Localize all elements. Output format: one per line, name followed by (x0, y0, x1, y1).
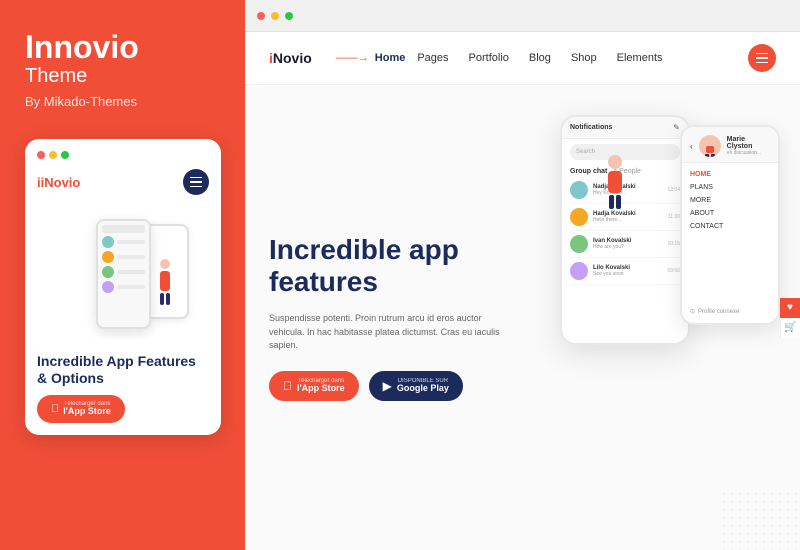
card-dot-green (61, 151, 69, 159)
nav-link-home[interactable]: Home (375, 52, 406, 64)
nav-hamburger-button[interactable] (748, 44, 776, 72)
profile-avatar (699, 135, 721, 157)
hero-description: Suspendisse potenti. Proin rutrum arcu i… (269, 312, 509, 353)
sp-nav-plans[interactable]: PLANS (690, 184, 770, 191)
website-content: iNovio ——→ Home Pages Portfolio Blog Sho… (245, 32, 800, 550)
nav-link-blog[interactable]: Blog (529, 52, 551, 64)
card-appstore-button[interactable]:  Télécharger dans l'App Store (37, 395, 125, 423)
card-bottom-text: Incredible App Features & Options  Télé… (37, 353, 209, 423)
card-traffic-lights (37, 151, 209, 159)
brand-subtitle: Theme (25, 65, 139, 88)
hero-phones: Notifications ✎ Search Group chat 4 Peop… (500, 95, 790, 540)
avatar (570, 181, 588, 199)
nav-links: Pages Portfolio Blog Shop Elements (417, 52, 748, 64)
sidebar-icons: ♥ 🛒 (780, 298, 800, 338)
nav-link-pages[interactable]: Pages (417, 52, 448, 64)
hero-phone-main: Notifications ✎ Search Group chat 4 Peop… (560, 115, 690, 345)
mobile-preview-card: iiNovio (25, 139, 221, 435)
profile-link-text: Profile connexe (698, 309, 739, 315)
nav-link-portfolio[interactable]: Portfolio (469, 52, 509, 64)
list-item: Hadja Kovalski Hello there... 11:30 (570, 204, 680, 231)
secondary-phone-footer: ⊙ Profile connexe (690, 308, 770, 315)
sp-nav-about[interactable]: ABOUT (690, 210, 770, 217)
card-dot-yellow (49, 151, 57, 159)
brand-by-line: By Mikado-Themes (25, 94, 139, 109)
card-dot-red (37, 151, 45, 159)
hero-title: Incredible app features (269, 234, 509, 298)
hero-phone-secondary: ‹ Marie Clyston en d (680, 125, 780, 325)
phone-header-icon: ✎ (673, 123, 680, 132)
phone-search[interactable]: Search (570, 144, 680, 160)
secondary-phone-header: ‹ Marie Clyston en d (682, 127, 778, 163)
nav-link-elements[interactable]: Elements (617, 52, 663, 64)
brand-title: Innovio (25, 30, 139, 65)
secondary-phone-nav: HOME PLANS MORE ABOUT CONTACT (682, 163, 778, 238)
nav-home-area: ——→ Home (336, 52, 406, 64)
hero-buttons:  Télécharger dans l'App Store ▶ DISPONI… (269, 371, 509, 401)
phone-header-title: Notifications (570, 124, 612, 131)
avatar (570, 235, 588, 253)
hero-text: Incredible app features Suspendisse pote… (269, 234, 509, 401)
apple-icon:  (51, 403, 59, 415)
browser-dot-yellow (271, 12, 279, 20)
profile-icon: ⊙ (690, 308, 695, 315)
sidebar-cart-icon[interactable]: 🛒 (780, 318, 800, 338)
phone-header: Notifications ✎ (562, 117, 688, 139)
back-icon: ‹ (690, 142, 693, 151)
hero-googleplay-button[interactable]: ▶ DISPONIBLE SUR Google Play (369, 371, 463, 401)
play-icon: ▶ (383, 379, 392, 393)
appstore-main-text: l'App Store (297, 384, 345, 394)
website-logo: iNovio (269, 50, 312, 66)
hero-figure-decoration (608, 155, 622, 209)
right-panel: iNovio ——→ Home Pages Portfolio Blog Sho… (245, 0, 800, 550)
avatar (570, 208, 588, 226)
sp-nav-home[interactable]: HOME (690, 171, 770, 178)
phone-front (96, 219, 151, 329)
sidebar-heart-icon[interactable]: ♥ (780, 298, 800, 318)
website-nav: iNovio ——→ Home Pages Portfolio Blog Sho… (245, 32, 800, 85)
hero-appstore-button[interactable]:  Télécharger dans l'App Store (269, 371, 359, 401)
list-item: Ivan Kovalski How are you? 10:15 (570, 231, 680, 258)
browser-dot-red (257, 12, 265, 20)
left-panel: Innovio Theme By Mikado-Themes iiNovio (0, 0, 245, 550)
card-logo: iiNovio (37, 175, 80, 190)
phone-contact-list: Nadja Kovalski Hey Kovalski... 12:04 Had… (562, 177, 688, 285)
card-hamburger-icon[interactable] (183, 169, 209, 195)
brand-name: Innovio Theme By Mikado-Themes (25, 30, 139, 139)
googleplay-sub-text: DISPONIBLE SUR (397, 378, 449, 385)
nav-link-shop[interactable]: Shop (571, 52, 597, 64)
website-hero: Incredible app features Suspendisse pote… (245, 85, 800, 550)
group-label: Group chat 4 People (562, 165, 688, 177)
sp-nav-contact[interactable]: CONTACT (690, 223, 770, 230)
card-nav: iiNovio (37, 169, 209, 195)
avatar (570, 262, 588, 280)
card-phone-mockup (37, 209, 209, 339)
profile-status: en discussion... (727, 150, 770, 156)
card-figure-decoration (151, 259, 179, 314)
googleplay-main-text: Google Play (397, 384, 449, 394)
browser-dot-green (285, 12, 293, 20)
list-item: Nadja Kovalski Hey Kovalski... 12:04 (570, 177, 680, 204)
nav-arrow-icon: ——→ (336, 52, 369, 64)
search-placeholder: Search (576, 149, 595, 155)
sp-nav-more[interactable]: MORE (690, 197, 770, 204)
btn-text-block: Télécharger dans l'App Store (63, 401, 111, 417)
browser-chrome (245, 0, 800, 32)
appstore-sub-text: Télécharger dans (297, 378, 345, 385)
list-item: Lilo Kovalski See you soon 09:50 (570, 258, 680, 285)
profile-name: Marie Clyston (727, 136, 770, 150)
apple-icon:  (283, 379, 292, 393)
card-heading: Incredible App Features & Options (37, 353, 209, 387)
